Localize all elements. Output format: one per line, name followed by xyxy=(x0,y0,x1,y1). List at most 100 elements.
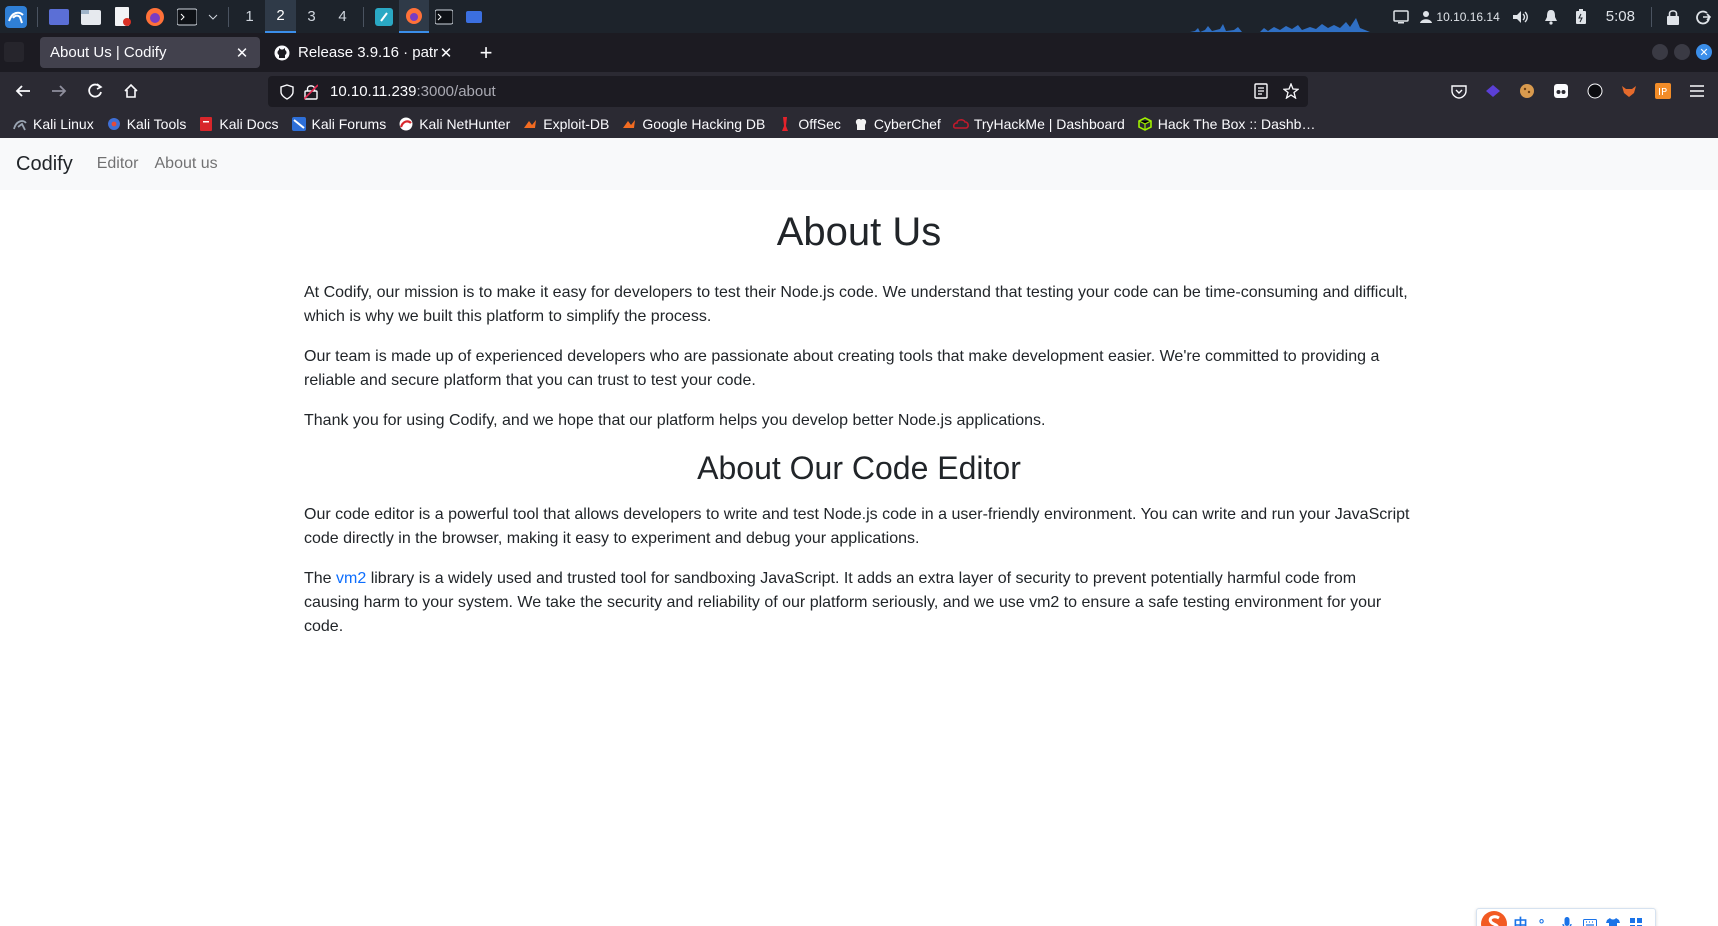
ghdb-icon xyxy=(621,116,637,132)
taskbar-divider xyxy=(228,6,229,27)
battery-icon[interactable] xyxy=(1568,0,1594,33)
bookmark-kali-linux[interactable]: Kali Linux xyxy=(12,116,94,132)
ime-mode-toggle[interactable]: 中 xyxy=(1509,912,1532,926)
close-icon[interactable]: ✕ xyxy=(234,44,250,62)
kali-tools-icon xyxy=(106,116,122,132)
taskbar-divider xyxy=(1651,6,1652,27)
bookmark-exploit-db[interactable]: Exploit-DB xyxy=(522,116,609,132)
bookmark-label: Kali NetHunter xyxy=(419,116,511,132)
bookmark-kali-forums[interactable]: Kali Forums xyxy=(291,116,387,132)
github-icon xyxy=(274,44,292,62)
taskbar-app-terminal[interactable] xyxy=(429,0,459,33)
bookmark-kali-nethunter[interactable]: Kali NetHunter xyxy=(398,116,510,132)
toolbar-extensions: IP xyxy=(1442,75,1714,107)
workspace-3[interactable]: 3 xyxy=(296,0,327,33)
bookmark-label: CyberChef xyxy=(873,116,941,132)
extension-mask-icon[interactable] xyxy=(1544,75,1578,107)
cyberchef-icon xyxy=(853,116,869,132)
workspace-4[interactable]: 4 xyxy=(327,0,358,33)
bookmark-google-hacking-db[interactable]: Google Hacking DB xyxy=(621,116,765,132)
bookmark-tryhackme[interactable]: TryHackMe | Dashboard xyxy=(952,116,1125,132)
firefox-launcher-icon[interactable] xyxy=(143,6,167,28)
tab-title: About Us | Codify xyxy=(50,44,167,61)
bookmark-label: Kali Linux xyxy=(33,116,94,132)
vm2-suffix: library is a widely used and trusted too… xyxy=(304,570,1382,636)
lock-screen-icon[interactable] xyxy=(1660,0,1686,33)
window-close-button[interactable]: ✕ xyxy=(1696,44,1712,60)
forward-button[interactable] xyxy=(42,75,76,107)
maximize-button[interactable] xyxy=(1674,44,1690,60)
kali-dragon-icon xyxy=(12,116,28,132)
microphone-icon[interactable] xyxy=(1555,912,1578,926)
ime-punctuation-toggle[interactable]: °, xyxy=(1532,912,1555,926)
text-editor-icon[interactable] xyxy=(111,6,135,28)
extension-circle-icon[interactable] xyxy=(1578,75,1612,107)
bookmarks-toolbar: Kali Linux Kali Tools Kali Docs Kali For… xyxy=(0,110,1718,138)
vm2-prefix: The xyxy=(304,570,337,588)
taskbar-app-editor[interactable] xyxy=(369,0,399,33)
home-button[interactable] xyxy=(114,75,148,107)
cookie-icon[interactable] xyxy=(1510,75,1544,107)
taskbar-app-files[interactable] xyxy=(459,0,489,33)
bookmark-hackthebox[interactable]: Hack The Box :: Dashb… xyxy=(1137,116,1315,132)
site-brand[interactable]: Codify xyxy=(16,153,73,176)
reload-button[interactable] xyxy=(78,75,112,107)
chevron-down-icon[interactable] xyxy=(207,6,219,28)
tab-about-us[interactable]: About Us | Codify ✕ xyxy=(40,37,260,68)
taskbar-divider xyxy=(37,6,38,27)
sogou-logo-icon[interactable] xyxy=(1479,909,1509,926)
reader-view-icon[interactable] xyxy=(1250,80,1272,102)
bookmark-label: TryHackMe | Dashboard xyxy=(973,116,1125,132)
taskbar-app-firefox[interactable] xyxy=(399,0,429,33)
bookmark-label: Kali Forums xyxy=(311,116,387,132)
workspace-1[interactable]: 1 xyxy=(234,0,265,33)
back-button[interactable] xyxy=(6,75,40,107)
bookmark-label: Kali Docs xyxy=(219,116,279,132)
browser-nav-bar: 10.10.11.239:3000/about IP xyxy=(0,72,1718,110)
keyboard-icon[interactable] xyxy=(1578,912,1601,926)
bookmark-label: OffSec xyxy=(798,116,841,132)
vpn-user-icon[interactable] xyxy=(1418,0,1434,33)
nav-link-about-us[interactable]: About us xyxy=(155,155,218,173)
minimize-button[interactable] xyxy=(1652,44,1668,60)
mission-paragraph: At Codify, our mission is to make it eas… xyxy=(304,284,1408,325)
page-title: About Us xyxy=(776,210,942,254)
editor-section-title: About Our Code Editor xyxy=(697,450,1021,486)
bookmark-label: Exploit-DB xyxy=(543,116,610,132)
about-content: About Us At Codify, our mission is to ma… xyxy=(304,208,1414,655)
bookmark-offsec[interactable]: OffSec xyxy=(777,116,841,132)
workspace-2[interactable]: 2 xyxy=(265,0,296,33)
notification-bell-icon[interactable] xyxy=(1538,0,1564,33)
foxyproxy-icon[interactable] xyxy=(1612,75,1646,107)
toolbox-grid-icon[interactable] xyxy=(1624,912,1647,926)
url-text[interactable]: 10.10.11.239:3000/about xyxy=(330,83,496,100)
screen-icon[interactable] xyxy=(1388,0,1414,33)
vm2-link[interactable]: vm2 xyxy=(336,570,366,587)
clock[interactable]: 5:08 xyxy=(1606,8,1635,25)
ip-extension-icon[interactable]: IP xyxy=(1646,75,1680,107)
editor-paragraph: Our code editor is a powerful tool that … xyxy=(304,506,1410,548)
volume-icon[interactable] xyxy=(1508,0,1534,33)
exploit-db-icon xyxy=(522,116,538,132)
pocket-icon[interactable] xyxy=(1442,75,1476,107)
skin-shirt-icon[interactable] xyxy=(1601,912,1624,926)
extension-purple-icon[interactable] xyxy=(1476,75,1510,107)
insecure-lock-icon[interactable] xyxy=(300,81,322,103)
bookmark-star-icon[interactable] xyxy=(1280,80,1302,102)
hamburger-menu-icon[interactable] xyxy=(1680,75,1714,107)
close-icon[interactable]: ✕ xyxy=(438,44,454,62)
bookmark-kali-tools[interactable]: Kali Tools xyxy=(106,116,186,132)
kali-menu-icon[interactable] xyxy=(4,5,28,28)
url-bar[interactable]: 10.10.11.239:3000/about xyxy=(268,76,1308,107)
logout-icon[interactable] xyxy=(1690,0,1716,33)
tab-release[interactable]: Release 3.9.16 · patriksim… ✕ xyxy=(264,37,464,68)
nav-link-editor[interactable]: Editor xyxy=(97,155,139,173)
shield-icon[interactable] xyxy=(276,81,298,103)
show-desktop-icon[interactable] xyxy=(47,6,71,28)
team-paragraph: Our team is made up of experienced devel… xyxy=(304,348,1380,389)
new-tab-button[interactable]: + xyxy=(472,39,500,67)
file-manager-icon[interactable] xyxy=(79,6,103,28)
terminal-launcher-icon[interactable] xyxy=(175,6,199,28)
bookmark-kali-docs[interactable]: Kali Docs xyxy=(198,116,279,132)
bookmark-cyberchef[interactable]: CyberChef xyxy=(853,116,941,132)
